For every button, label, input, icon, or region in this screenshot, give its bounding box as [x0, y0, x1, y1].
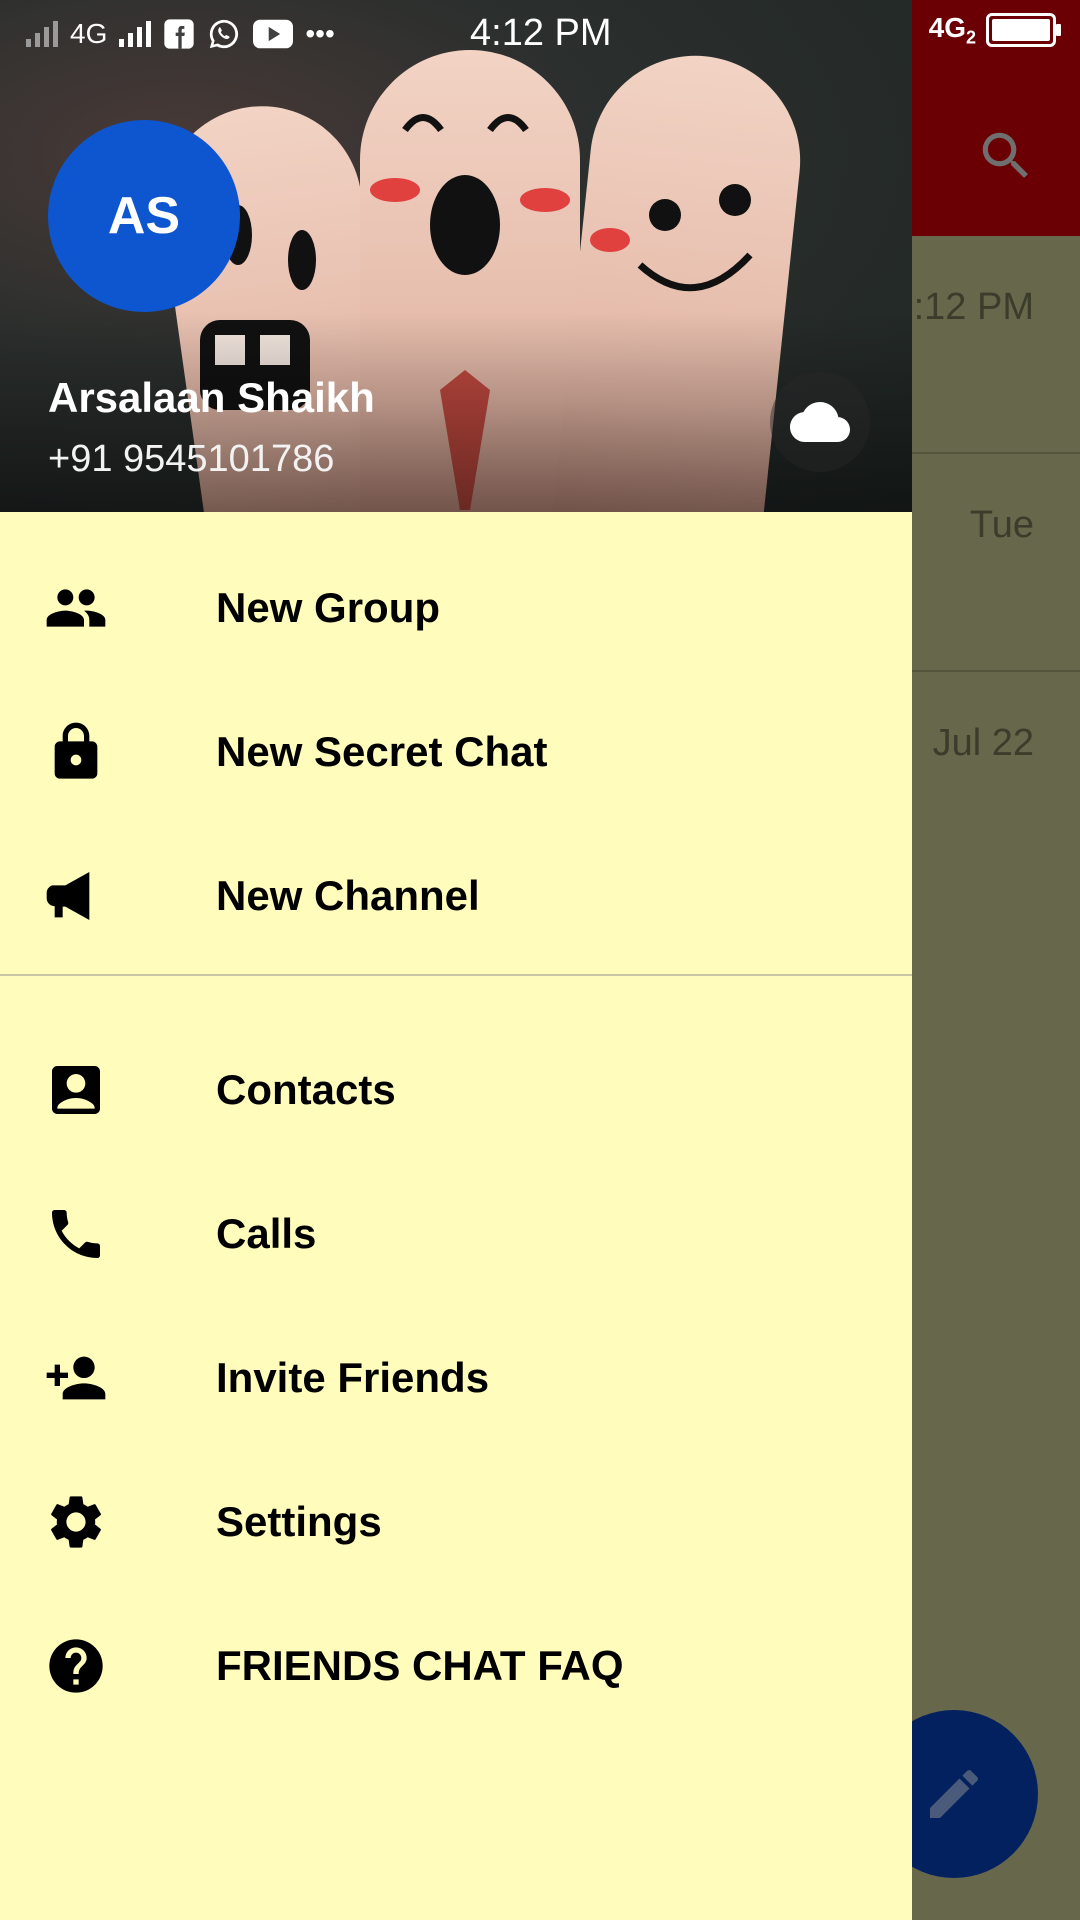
facebook-icon	[164, 19, 195, 49]
menu-item-label: FRIENDS CHAT FAQ	[216, 1642, 624, 1689]
menu-item-new-group[interactable]: New Group	[0, 536, 912, 680]
pencil-icon	[930, 1769, 979, 1818]
menu-item-label: Contacts	[216, 1066, 396, 1113]
menu-item-label: Calls	[216, 1210, 317, 1257]
more-dots-icon: •••	[305, 18, 335, 49]
menu-item-label: Invite Friends	[216, 1354, 490, 1401]
whatsapp-icon	[210, 19, 239, 49]
menu-item-invite-friends[interactable]: Invite Friends	[0, 1306, 912, 1450]
megaphone-icon	[46, 872, 90, 920]
saved-messages-button[interactable]	[770, 372, 870, 472]
menu-item-label: New Secret Chat	[216, 728, 548, 775]
network-type-secondary: 4G2	[928, 12, 976, 48]
phone-icon	[52, 1210, 100, 1258]
chat-time: Tue	[969, 504, 1034, 546]
network-type: 4G	[70, 18, 108, 49]
contact-icon	[52, 1066, 100, 1114]
menu-item-settings[interactable]: Settings	[0, 1450, 912, 1594]
signal-icon	[119, 21, 152, 47]
user-phone: +91 9545101786	[48, 438, 335, 480]
menu-item-new-secret-chat[interactable]: New Secret Chat	[0, 680, 912, 824]
group-icon	[46, 589, 106, 627]
menu-item-new-channel[interactable]: New Channel	[0, 824, 912, 968]
search-icon[interactable]	[975, 125, 1037, 187]
status-bar: 4G ••• 4:12 PM 4G2	[0, 0, 1080, 68]
menu-item-label: New Group	[216, 584, 441, 631]
menu-item-contacts[interactable]: Contacts	[0, 1018, 912, 1162]
menu-item-faq[interactable]: FRIENDS CHAT FAQ	[0, 1594, 912, 1738]
drawer-menu: New Group New Secret Chat New Channel Co…	[0, 512, 912, 1738]
signal-icon	[26, 21, 58, 47]
add-person-icon	[46, 1356, 106, 1400]
chat-time: :12 PM	[913, 286, 1034, 328]
drawer-header: AS Arsalaan Shaikh +91 9545101786	[0, 0, 912, 512]
menu-item-label: New Channel	[216, 872, 480, 919]
youtube-icon	[253, 19, 294, 49]
lock-icon	[54, 722, 98, 779]
avatar[interactable]: AS	[48, 120, 240, 312]
navigation-drawer: AS Arsalaan Shaikh +91 9545101786 New Gr…	[0, 0, 912, 1920]
cloud-icon	[790, 402, 850, 442]
user-name: Arsalaan Shaikh	[48, 374, 375, 421]
menu-item-label: Settings	[216, 1498, 382, 1545]
menu-item-calls[interactable]: Calls	[0, 1162, 912, 1306]
screen: :12 PM Tue Jul 22 AS Arsalaan Shaikh +91…	[0, 0, 1080, 1920]
battery-icon	[986, 13, 1061, 48]
status-time: 4:12 PM	[470, 12, 612, 54]
menu-divider	[0, 974, 912, 976]
gear-icon	[51, 1496, 101, 1548]
chat-time: Jul 22	[932, 722, 1034, 764]
help-icon	[49, 1639, 103, 1693]
